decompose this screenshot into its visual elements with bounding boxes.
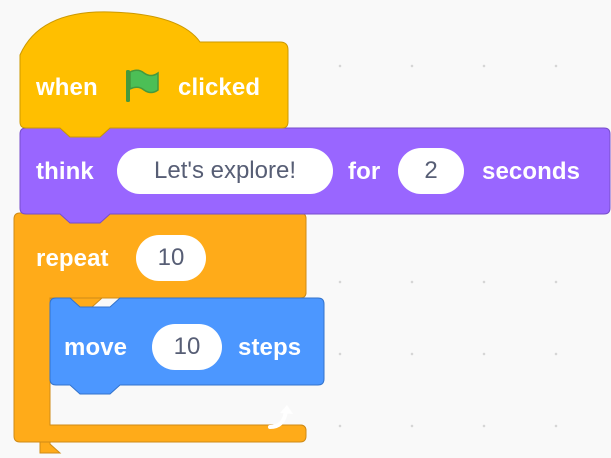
repeat-label: repeat xyxy=(36,245,109,272)
think-message-input[interactable]: Let's explore! xyxy=(117,148,333,194)
repeat-count-input[interactable]: 10 xyxy=(136,235,206,281)
loop-arrow-icon xyxy=(268,405,293,429)
seconds-label: seconds xyxy=(482,158,581,185)
repeat-count-value: 10 xyxy=(157,244,185,271)
steps-label: steps xyxy=(238,334,302,361)
move-steps-value: 10 xyxy=(173,333,201,360)
think-duration-input[interactable]: 2 xyxy=(398,148,464,194)
clicked-label: clicked xyxy=(178,74,261,101)
green-flag-icon xyxy=(126,69,159,102)
think-message-text: Let's explore! xyxy=(154,157,296,184)
move-steps-input[interactable]: 10 xyxy=(152,324,222,370)
when-label: when xyxy=(36,74,98,101)
script-workspace[interactable]: when clicked think Let's explore! for 2 … xyxy=(0,0,611,458)
script-block-shapes xyxy=(13,11,611,454)
move-label: move xyxy=(64,334,128,361)
code-script: when clicked think Let's explore! for 2 … xyxy=(0,0,611,458)
think-duration-value: 2 xyxy=(424,157,438,184)
think-label: think xyxy=(36,158,94,185)
for-label: for xyxy=(348,158,381,185)
